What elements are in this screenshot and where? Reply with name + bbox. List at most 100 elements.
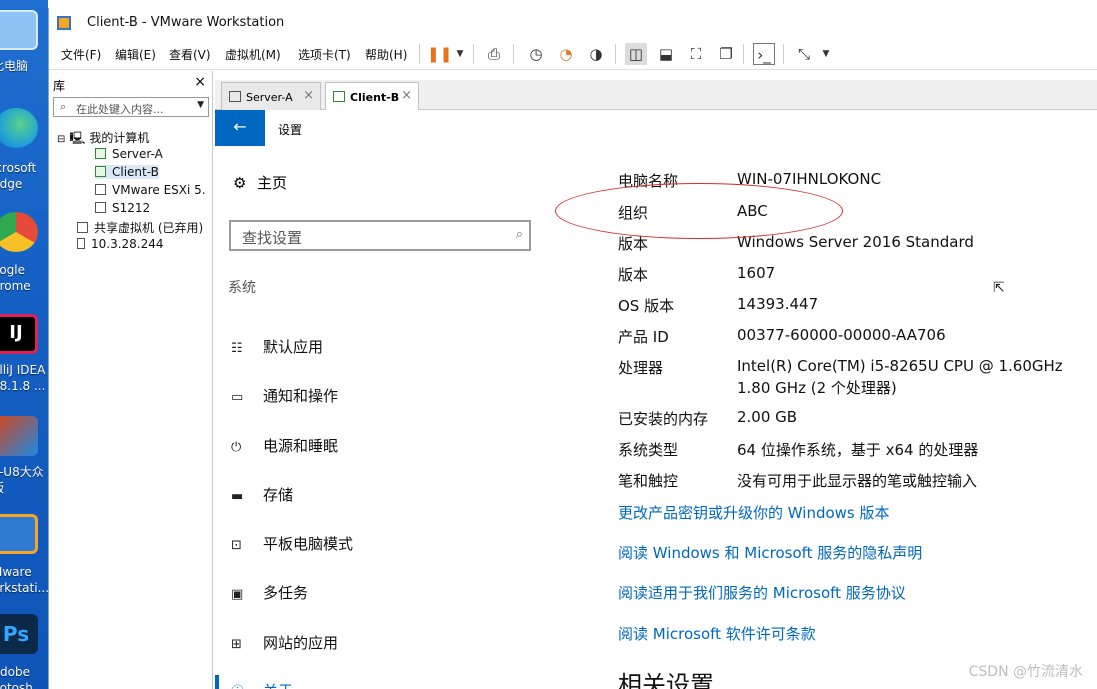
privacy-statement-link[interactable]: 阅读 Windows 和 Microsoft 服务的隐私声明 bbox=[618, 542, 922, 563]
nav-label: 电源和睡眠 bbox=[263, 437, 339, 455]
chevron-down-icon[interactable]: ▼ bbox=[197, 100, 204, 110]
library-search-input[interactable]: ⌕ 在此处键入内容... ▼ bbox=[53, 97, 209, 117]
nav-tablet-mode[interactable]: ⊡ 平板电脑模式 bbox=[231, 533, 353, 554]
license-terms-link[interactable]: 阅读 Microsoft 软件许可条款 bbox=[618, 623, 816, 644]
spec-value: Intel(R) Core(TM) i5-8265U CPU @ 1.60GHz bbox=[737, 357, 1063, 375]
spec-value: 64 位操作系统，基于 x64 的处理器 bbox=[737, 441, 979, 459]
vmware-icon bbox=[0, 514, 38, 554]
nav-about[interactable]: ⓘ关于 bbox=[231, 680, 293, 689]
shared-vm-icon bbox=[77, 222, 88, 233]
nav-apps-for-websites[interactable]: ⊞ 网站的应用 bbox=[231, 632, 338, 653]
search-icon: ⌕ bbox=[515, 227, 523, 242]
menu-vm[interactable]: 虚拟机(M) bbox=[225, 46, 281, 63]
tree-item-s1212[interactable]: S1212 bbox=[95, 201, 150, 215]
dropdown-icon[interactable]: ▼ bbox=[815, 43, 837, 65]
close-icon[interactable]: × bbox=[303, 88, 314, 103]
spec-key: 产品 ID bbox=[618, 328, 669, 346]
vmware-app-icon bbox=[57, 16, 71, 30]
storage-icon: ▬ bbox=[231, 489, 244, 504]
watermark: CSDN @竹流清水 bbox=[968, 664, 1083, 680]
close-icon[interactable]: × bbox=[401, 88, 412, 103]
console-icon[interactable]: ›_ bbox=[753, 43, 775, 65]
tab-server-a[interactable]: Server-A × bbox=[221, 82, 321, 110]
menu-edit[interactable]: 编辑(E) bbox=[115, 46, 156, 63]
pause-icon[interactable]: ❚❚ bbox=[427, 43, 452, 65]
menu-view[interactable]: 查看(V) bbox=[169, 46, 211, 63]
tree-item-client-b[interactable]: Client-B bbox=[95, 165, 159, 179]
list-icon: ☷ bbox=[231, 341, 243, 356]
toolbar-separator bbox=[615, 44, 616, 64]
nav-label: 默认应用 bbox=[263, 338, 324, 356]
power-icon: ⏻ bbox=[231, 440, 242, 455]
menu-bar: 文件(F) 编辑(E) 查看(V) 虚拟机(M) 选项卡(T) 帮助(H) ❚❚… bbox=[49, 38, 1097, 70]
revert-snapshot-icon[interactable]: ◔ bbox=[555, 43, 577, 65]
library-close-button[interactable]: × bbox=[194, 74, 206, 90]
menu-tabs[interactable]: 选项卡(T) bbox=[298, 46, 351, 63]
nav-default-apps[interactable]: ☷ 默认应用 bbox=[231, 336, 323, 357]
nav-section-system: 系统 bbox=[228, 280, 256, 296]
stretch-icon[interactable]: ⤡ bbox=[793, 43, 815, 65]
tree-label: 我的计算机 bbox=[89, 131, 150, 145]
nav-home-label: 主页 bbox=[257, 174, 288, 192]
nav-label: 多任务 bbox=[263, 584, 309, 602]
spec-key: 处理器 bbox=[618, 359, 664, 377]
send-keys-icon[interactable]: ⎙ bbox=[483, 43, 505, 65]
gear-icon: ⚙ bbox=[233, 174, 247, 192]
vm-tab-icon bbox=[229, 91, 241, 102]
back-button[interactable]: ← bbox=[215, 110, 265, 146]
tree-label: 10.3.28.244 bbox=[91, 237, 164, 251]
vm-icon bbox=[95, 202, 106, 213]
spec-key: 已安装的内存 bbox=[618, 410, 709, 428]
tab-client-b[interactable]: Client-B × bbox=[325, 82, 419, 111]
multitask-icon: ▣ bbox=[231, 587, 244, 602]
nav-home[interactable]: ⚙ 主页 bbox=[233, 172, 287, 193]
annotation-circle bbox=[555, 183, 843, 239]
settings-search-input[interactable]: 查找设置 ⌕ bbox=[229, 220, 531, 251]
tree-item-server-a[interactable]: Server-A bbox=[95, 147, 163, 161]
change-product-key-link[interactable]: 更改产品密钥或升级你的 Windows 版本 bbox=[618, 502, 890, 523]
snapshot-icon[interactable]: ◷ bbox=[525, 43, 547, 65]
intellij-icon: IJ bbox=[0, 314, 38, 354]
toolbar-separator bbox=[473, 44, 474, 64]
nav-power-sleep[interactable]: ⏻ 电源和睡眠 bbox=[231, 435, 338, 456]
tree-item-vmware-esxi[interactable]: VMware ESXi 5. bbox=[95, 183, 206, 197]
chrome-icon bbox=[0, 212, 38, 252]
nav-multitasking[interactable]: ▣ 多任务 bbox=[231, 582, 308, 603]
tablet-icon: ⊡ bbox=[231, 538, 242, 553]
nav-notifications[interactable]: ▭ 通知和操作 bbox=[231, 385, 338, 406]
related-settings-heading: 相关设置 bbox=[618, 671, 714, 689]
settings-search-placeholder: 查找设置 bbox=[242, 229, 303, 247]
menu-help[interactable]: 帮助(H) bbox=[365, 46, 407, 63]
tab-label: Client-B bbox=[350, 91, 400, 104]
spec-value: 2.00 GB bbox=[737, 408, 798, 426]
services-agreement-link[interactable]: 阅读适用于我们服务的 Microsoft 服务协议 bbox=[618, 582, 906, 603]
spec-value: 1.80 GHz (2 个处理器) bbox=[737, 379, 897, 397]
tree-label: S1212 bbox=[112, 201, 151, 215]
spec-value: 没有可用于此显示器的笔或触控输入 bbox=[737, 472, 978, 490]
unity-icon[interactable]: ❐ bbox=[715, 43, 737, 65]
nav-label: 通知和操作 bbox=[263, 387, 339, 405]
toolbar-separator bbox=[419, 44, 420, 64]
nav-storage[interactable]: ▬ 存储 bbox=[231, 484, 293, 505]
tree-item-shared-vms[interactable]: 共享虚拟机 (已弃用) bbox=[77, 219, 203, 236]
spec-value: 14393.447 bbox=[737, 295, 819, 313]
dropdown-icon[interactable]: ▼ bbox=[449, 43, 471, 65]
website-app-icon: ⊞ bbox=[231, 637, 242, 652]
desktop-icon-label: icrosoft Edge bbox=[0, 161, 37, 191]
vm-tab-icon bbox=[333, 91, 345, 102]
library-view-icon[interactable]: ◫ bbox=[625, 43, 647, 65]
vm-tab-bar: Server-A × Client-B × bbox=[215, 80, 1097, 111]
desktop: 此电脑 icrosoft Edge oogle hrome IJ elliJ I… bbox=[0, 0, 48, 689]
collapse-icon[interactable]: ⊟ bbox=[57, 134, 65, 145]
tree-item-remote-host[interactable]: 10.3.28.244 bbox=[77, 237, 164, 251]
search-icon: ⌕ bbox=[60, 100, 67, 113]
vm-icon bbox=[95, 184, 106, 195]
library-search-placeholder: 在此处键入内容... bbox=[76, 103, 164, 116]
tree-label: VMware ESXi 5. bbox=[112, 183, 206, 197]
thumbnail-view-icon[interactable]: ⬓ bbox=[655, 43, 677, 65]
fullscreen-icon[interactable]: ⛶ bbox=[685, 43, 707, 65]
snapshot-manager-icon[interactable]: ◑ bbox=[585, 43, 607, 65]
nav-active-indicator bbox=[215, 675, 219, 689]
server-icon bbox=[77, 238, 85, 249]
menu-file[interactable]: 文件(F) bbox=[61, 46, 101, 63]
